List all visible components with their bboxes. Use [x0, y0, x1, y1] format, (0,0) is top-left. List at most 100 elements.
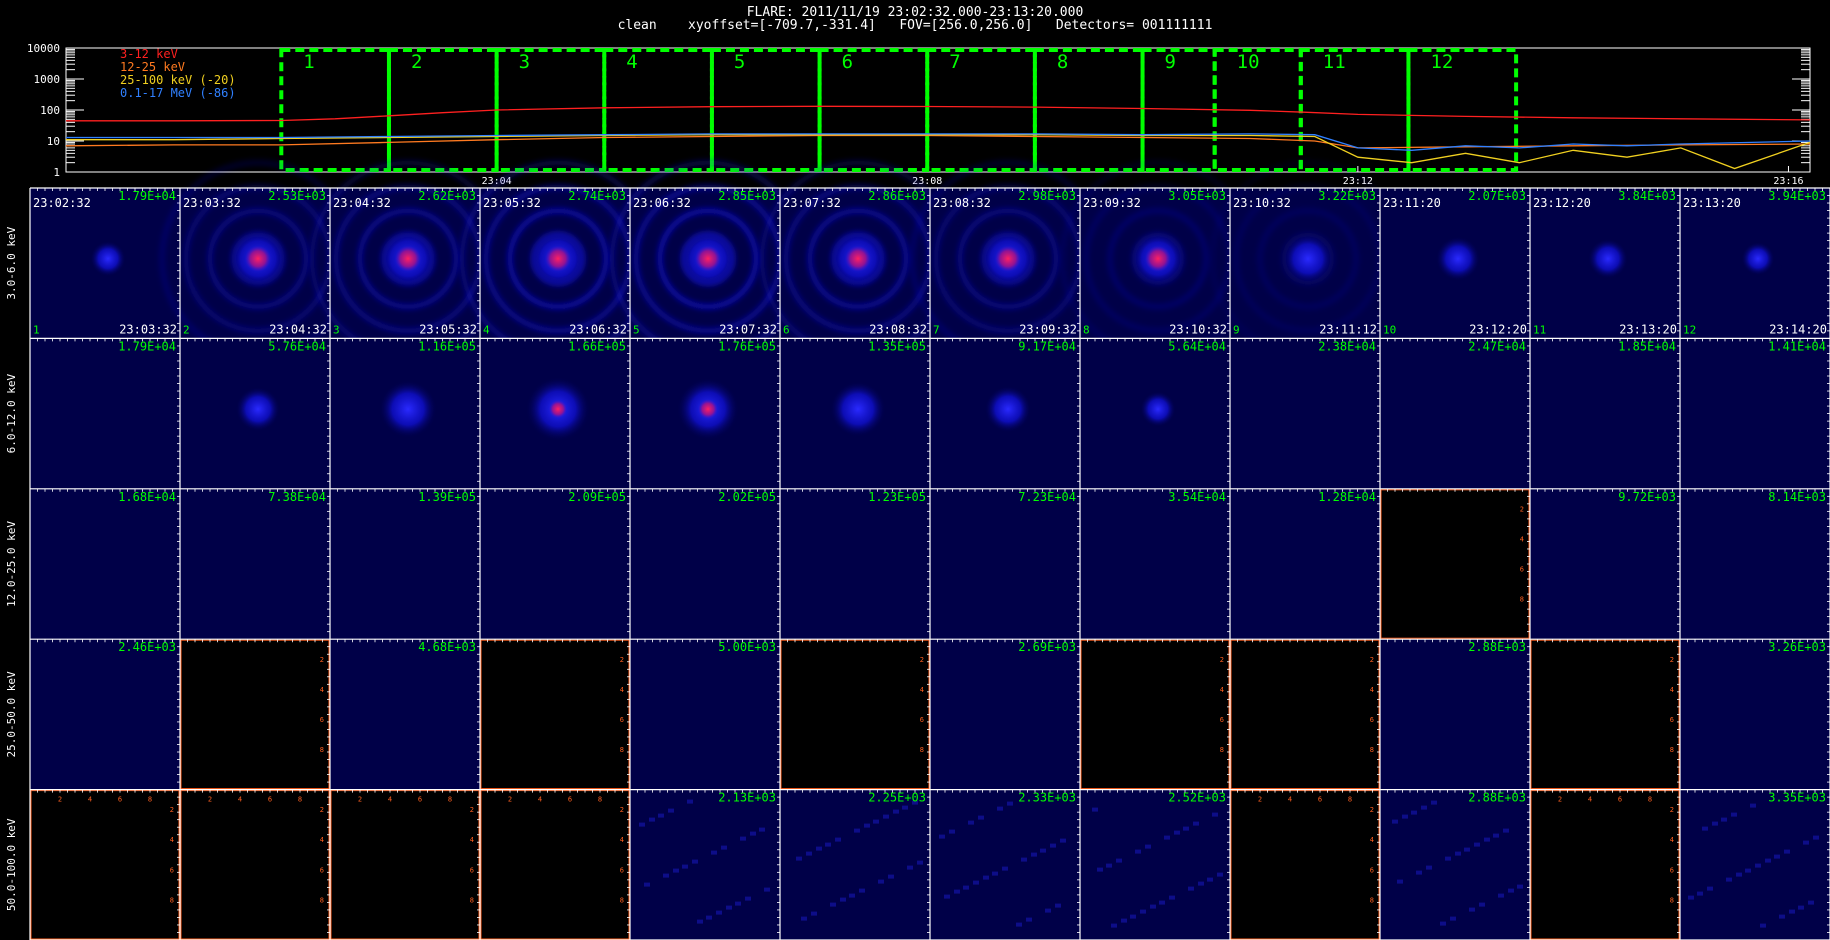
image-cell: 2.88E+03	[1380, 639, 1530, 790]
empty-axis-tick: 6	[1318, 796, 1322, 804]
noise-speck	[1416, 870, 1422, 875]
cell-background	[630, 639, 780, 790]
cell-end-time: 23:08:32	[869, 322, 927, 336]
source-blob	[1140, 391, 1176, 427]
empty-axis-tick: 8	[1220, 746, 1224, 754]
cell-max-value: 2.86E+03	[868, 189, 926, 203]
noise-speck	[1121, 918, 1127, 923]
noise-speck	[949, 829, 955, 834]
source-blob	[984, 385, 1032, 433]
empty-axis-tick: 8	[170, 896, 174, 904]
cell-index: 6	[783, 323, 790, 336]
noise-speck	[978, 815, 984, 820]
noise-speck	[840, 897, 846, 902]
noise-speck	[1726, 877, 1732, 882]
source-blob	[235, 386, 281, 432]
empty-axis-tick: 4	[920, 686, 924, 694]
empty-axis-tick: 6	[620, 866, 624, 874]
empty-axis-tick: 6	[1618, 796, 1622, 804]
cell-background	[1530, 789, 1680, 940]
cell-index: 3	[333, 323, 340, 336]
source-blob	[1281, 232, 1335, 286]
image-cell: 2 4 6 8	[1230, 639, 1380, 790]
cell-max-value: 1.28E+04	[1318, 490, 1376, 504]
noise-speck	[796, 856, 802, 861]
source-blob	[90, 240, 126, 277]
cell-max-value: 3.22E+03	[1318, 189, 1376, 203]
empty-axis-tick: 2	[1258, 796, 1262, 804]
cell-max-value: 2.85E+03	[718, 189, 776, 203]
cell-max-value: 2.74E+03	[568, 189, 626, 203]
noise-speck	[1426, 865, 1432, 870]
interval-box-6	[817, 48, 930, 172]
noise-speck	[1498, 893, 1504, 898]
image-cell: 3.26E+03	[1680, 639, 1830, 790]
cell-background	[1080, 639, 1230, 790]
empty-axis-tick: 2	[1558, 796, 1562, 804]
image-cell: 1.23E+05	[780, 488, 930, 640]
cell-max-value: 5.76E+04	[268, 339, 326, 353]
cell-max-value: 1.39E+05	[418, 490, 476, 504]
empty-axis-tick: 8	[620, 896, 624, 904]
cell-background	[630, 789, 780, 940]
noise-speck	[1765, 858, 1771, 863]
empty-axis-tick: 8	[148, 796, 152, 804]
interval-box-8	[1032, 48, 1145, 172]
image-cell: 2.52E+03	[1080, 789, 1230, 940]
noise-speck	[816, 846, 822, 851]
image-cell: 2.69E+03	[930, 639, 1080, 790]
y-tick-label: 100	[40, 104, 60, 117]
source-blob	[1435, 236, 1481, 281]
cell-max-value: 9.17E+04	[1018, 339, 1076, 353]
source-blob	[1588, 238, 1628, 279]
cell-max-value: 1.41E+04	[1768, 339, 1826, 353]
cell-max-value: 7.38E+04	[268, 490, 326, 504]
empty-axis-tick: 4	[1370, 686, 1374, 694]
image-cell: 3.35E+03	[1680, 789, 1830, 940]
interval-label-7: 7	[949, 51, 960, 73]
noise-speck	[1140, 909, 1146, 914]
interval-label-6: 6	[842, 51, 853, 73]
noise-speck	[1784, 849, 1790, 854]
empty-axis-tick: 4	[170, 836, 174, 844]
noise-speck	[1060, 838, 1066, 843]
empty-axis-tick: 6	[1220, 716, 1224, 724]
cell-max-value: 9.72E+03	[1618, 490, 1676, 504]
empty-axis-tick: 6	[1520, 566, 1524, 574]
empty-axis-tick: 6	[1370, 866, 1374, 874]
noise-speck	[1750, 803, 1756, 808]
cell-start-time: 23:11:20	[1383, 196, 1441, 210]
source-core	[695, 245, 721, 272]
image-cell: 2.25E+03	[780, 789, 930, 940]
noise-speck	[1707, 886, 1713, 891]
image-cell: 9.72E+03	[1530, 488, 1680, 640]
noise-speck	[902, 805, 908, 810]
empty-axis-tick: 6	[320, 716, 324, 724]
image-cell: 5.76E+04	[180, 338, 330, 489]
noise-speck	[1198, 881, 1204, 886]
image-cell: 2.07E+03	[1380, 188, 1530, 339]
noise-speck	[944, 894, 950, 899]
noise-speck	[1813, 835, 1819, 840]
cell-background	[780, 488, 930, 640]
cell-background	[630, 488, 780, 640]
cell-max-value: 1.85E+04	[1618, 339, 1676, 353]
image-cell: 3.54E+04	[1080, 488, 1230, 640]
noise-speck	[1116, 858, 1122, 863]
cell-max-value: 1.23E+05	[868, 490, 926, 504]
noise-speck	[663, 873, 669, 878]
empty-axis-tick: 8	[1370, 896, 1374, 904]
image-cell: 2 2 4 4 6 6 8 8	[1230, 789, 1380, 940]
noise-speck	[644, 882, 650, 887]
noise-speck	[1411, 810, 1417, 815]
noise-speck	[692, 859, 698, 864]
noise-speck	[1207, 877, 1213, 882]
noise-speck	[1760, 923, 1766, 928]
noise-speck	[1464, 847, 1470, 852]
cell-max-value: 3.26E+03	[1768, 640, 1826, 654]
legend-entry-0: 3-12 keV	[120, 47, 178, 61]
noise-speck	[854, 828, 860, 833]
cell-end-time: 23:03:32	[119, 322, 177, 336]
source-core	[995, 245, 1021, 272]
noise-speck	[1174, 830, 1180, 835]
